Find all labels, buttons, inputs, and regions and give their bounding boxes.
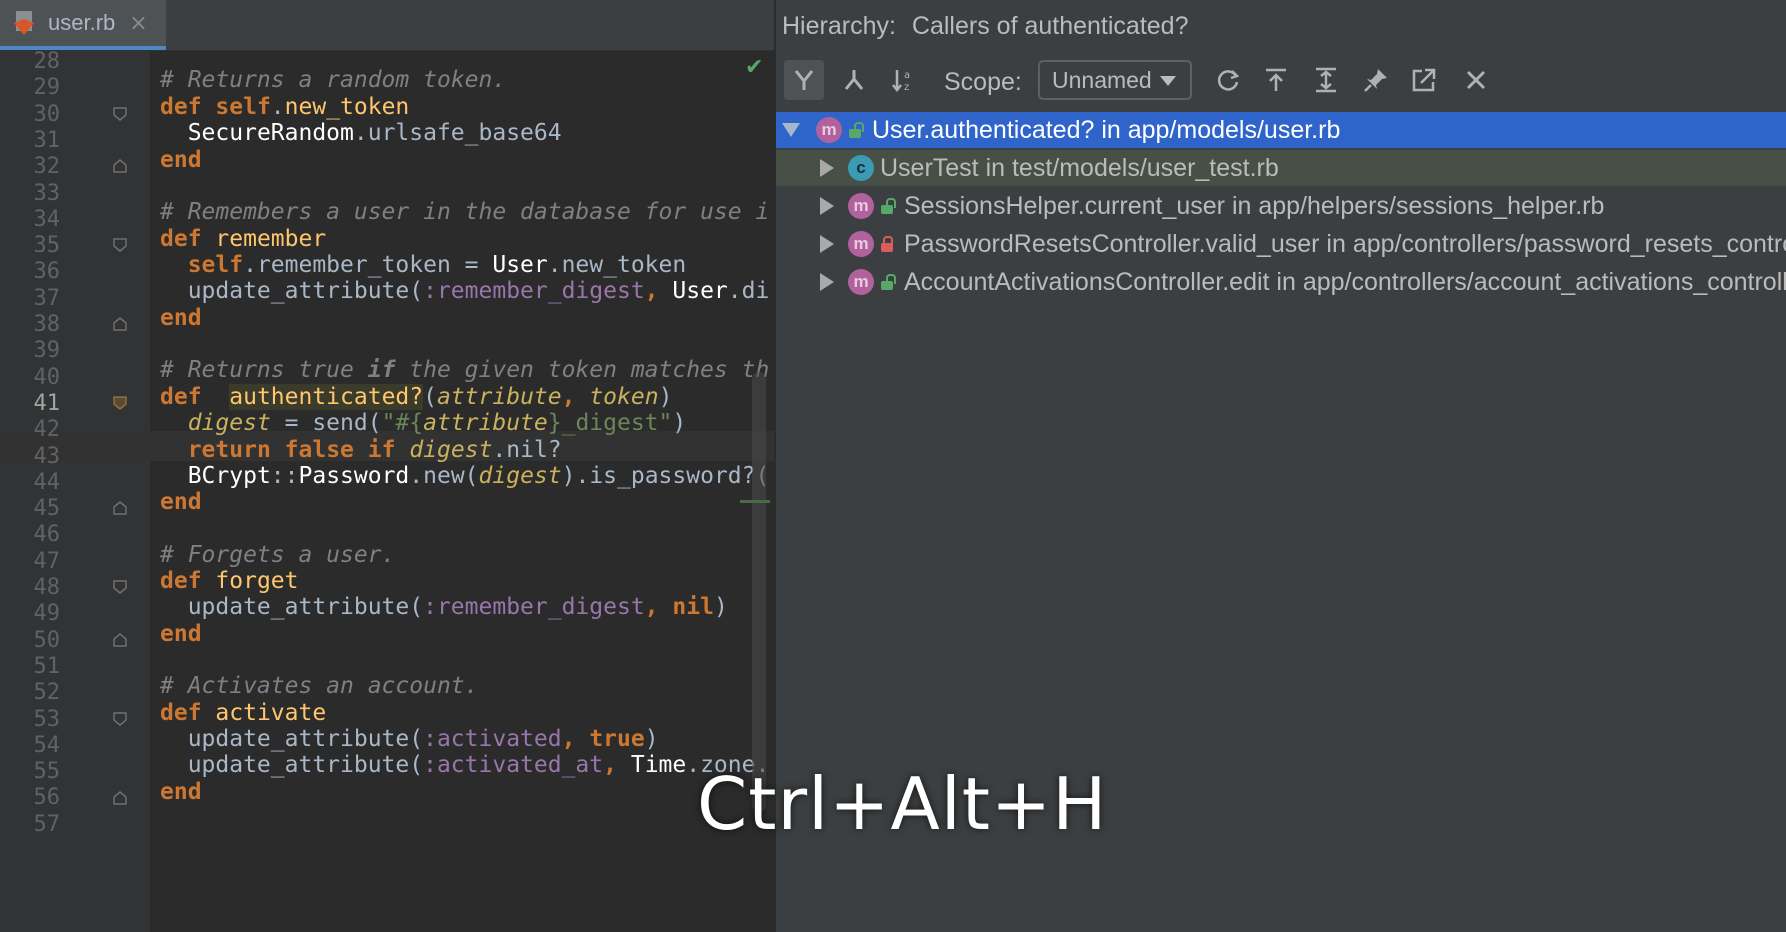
hierarchy-toolbar: az Scope: Unnamed [776, 56, 1786, 108]
code-line-29: # Returns a random token. [160, 67, 507, 93]
code-line-31: SecureRandom.urlsafe_base64 [187, 120, 562, 146]
code-line-49: update_attribute(:remember_digest, nil) [160, 594, 728, 620]
method-icon: m [848, 231, 874, 257]
fold-marker-icon[interactable] [113, 712, 127, 726]
code-line-38: end [160, 305, 202, 331]
tree-node-label: PasswordResetsController.valid_user in a… [904, 229, 1786, 258]
expand-right-icon[interactable] [820, 197, 834, 215]
editor-scrollbar[interactable] [752, 372, 766, 812]
code-line-34: # Remembers a user in the database for u… [160, 199, 770, 225]
fold-marker-icon[interactable] [113, 107, 127, 121]
tree-node-label: UserTest in test/models/user_test.rb [880, 153, 1279, 182]
expand-down-icon[interactable] [782, 123, 800, 137]
sort-alphabetically-icon[interactable]: az [884, 60, 924, 100]
fold-end-icon[interactable] [113, 633, 127, 647]
pin-icon[interactable] [1356, 60, 1396, 100]
hierarchy-title: Hierarchy: Callers of authenticated? [782, 12, 1188, 41]
fold-marker-icon[interactable] [113, 238, 127, 252]
callee-hierarchy-icon[interactable] [834, 60, 874, 100]
fold-end-icon[interactable] [113, 791, 127, 805]
private-access-icon [880, 236, 894, 252]
tree-node-sessions-helper[interactable]: m SessionsHelper.current_user in app/hel… [776, 188, 1786, 224]
method-icon: m [848, 269, 874, 295]
code-editor[interactable]: user.rb × 28 29 30 31 32 33 34 35 36 37 38 39 40 41 42… [0, 0, 774, 932]
tree-node-usertest[interactable]: c UserTest in test/models/user_test.rb [776, 150, 1786, 186]
method-icon: m [848, 193, 874, 219]
open-in-window-icon[interactable] [1404, 60, 1444, 100]
tree-node-account-activations[interactable]: m AccountActivationsController.edit in a… [776, 264, 1786, 300]
scope-label: Scope: [944, 68, 1022, 96]
code-line-32: end [160, 147, 202, 173]
tree-node-label: User.authenticated? in app/models/user.r… [872, 115, 1341, 144]
fold-end-icon[interactable] [113, 501, 127, 515]
tree-node-label: AccountActivationsController.edit in app… [904, 267, 1786, 296]
tree-node-root[interactable]: m User.authenticated? in app/models/user… [776, 112, 1786, 148]
scope-value: Unnamed [1052, 66, 1152, 93]
public-access-icon [880, 198, 896, 214]
public-access-icon [880, 274, 896, 290]
class-icon: c [848, 155, 874, 181]
editor-tab-bar: user.rb × [0, 0, 774, 51]
editor-tab-user-rb[interactable]: user.rb × [0, 0, 166, 50]
code-line-55: update_attribute(:activated_at, Time.zon… [160, 752, 770, 778]
check-icon: ✔ [745, 55, 764, 80]
code-line-52: # Activates an account. [160, 673, 479, 699]
code-line-50: end [160, 621, 202, 647]
code-line-42: digest = send("#{attribute}_digest") [187, 410, 687, 436]
hierarchy-title-label: Hierarchy: [782, 12, 896, 40]
caller-hierarchy-icon[interactable] [784, 60, 824, 100]
ruby-file-icon [12, 9, 36, 37]
tree-node-password-resets[interactable]: m PasswordResetsController.valid_user in… [776, 226, 1786, 262]
expand-right-icon[interactable] [820, 159, 834, 177]
tab-filename: user.rb [48, 10, 116, 35]
fold-marker-icon[interactable] [113, 580, 127, 594]
expand-all-icon[interactable] [1306, 60, 1346, 100]
fold-end-icon[interactable] [113, 317, 127, 331]
fold-end-icon[interactable] [113, 159, 127, 173]
code-line-45: end [160, 489, 202, 515]
tree-node-label: SessionsHelper.current_user in app/helpe… [904, 191, 1605, 220]
svg-text:a: a [904, 70, 910, 81]
chevron-down-icon [1160, 76, 1176, 86]
method-icon: m [816, 117, 842, 143]
tab-close-icon[interactable]: × [129, 11, 147, 36]
refresh-icon[interactable] [1208, 60, 1248, 100]
code-line-56: end [160, 779, 202, 805]
line-number: 57 [33, 811, 61, 837]
close-icon[interactable] [1456, 60, 1496, 100]
scope-dropdown[interactable]: Unnamed [1038, 60, 1192, 100]
keyboard-shortcut-overlay: Ctrl+Alt+H [697, 762, 1108, 846]
code-line-37: update_attribute(:remember_digest, User.… [160, 278, 770, 304]
expand-right-icon[interactable] [820, 235, 834, 253]
hierarchy-title-value: Callers of authenticated? [911, 12, 1189, 40]
fold-marker-icon[interactable] [113, 396, 127, 410]
expand-right-icon[interactable] [820, 273, 834, 291]
svg-text:z: z [904, 82, 909, 93]
change-marker [740, 500, 770, 503]
code-line-40: # Returns true if the given token matche… [160, 357, 770, 383]
export-icon[interactable] [1256, 60, 1296, 100]
code-line-44: BCrypt::Password.new(digest).is_password… [187, 463, 770, 489]
public-access-icon [848, 122, 864, 138]
